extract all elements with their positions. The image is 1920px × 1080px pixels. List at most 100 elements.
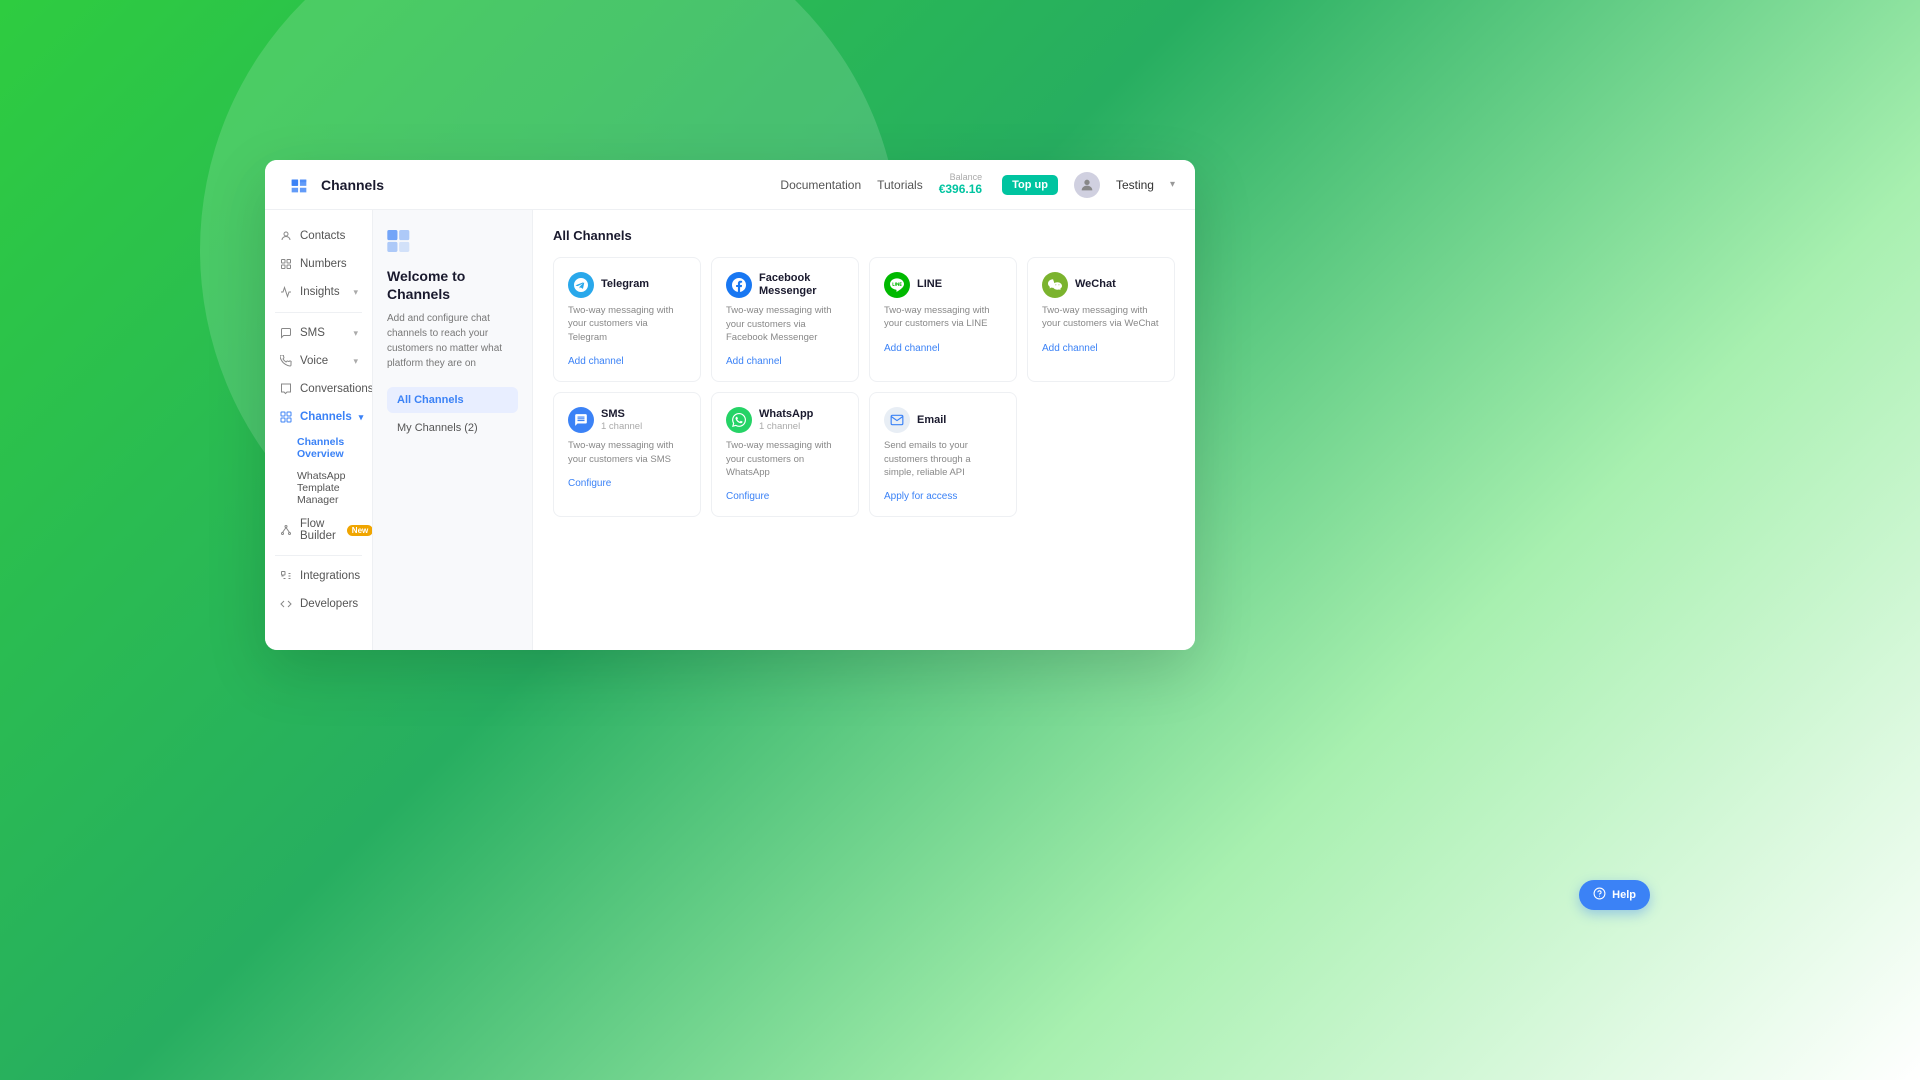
facebook-icon — [726, 272, 752, 298]
channel-card-sms: SMS 1 channel Two-way messaging with you… — [553, 392, 701, 517]
whatsapp-icon — [726, 407, 752, 433]
channel-header-wechat: WeChat — [1042, 272, 1160, 298]
line-icon — [884, 272, 910, 298]
panel-nav-my-channels[interactable]: My Channels (2) — [387, 415, 518, 441]
new-badge: New — [347, 525, 373, 536]
grid-icon — [279, 257, 293, 271]
balance-section: Balance €396.16 — [939, 173, 982, 196]
topup-button[interactable]: Top up — [1002, 175, 1058, 195]
help-circle-icon — [1593, 887, 1606, 903]
channel-count-whatsapp: 1 channel — [759, 421, 813, 432]
chevron-icon-sms: ▾ — [353, 328, 358, 339]
sidebar-divider-2 — [275, 555, 362, 556]
channels-section-title: All Channels — [553, 228, 1175, 243]
channel-desc-line: Two-way messaging with your customers vi… — [884, 304, 1002, 331]
add-channel-wechat[interactable]: Add channel — [1042, 343, 1160, 354]
person-icon — [279, 229, 293, 243]
chevron-down-icon[interactable]: ▾ — [1170, 179, 1175, 190]
email-icon — [884, 407, 910, 433]
user-name: Testing — [1116, 178, 1154, 192]
panel-title: Welcome to Channels — [387, 267, 518, 303]
chevron-icon-channels: ▾ — [359, 412, 364, 423]
sidebar-label-conversations: Conversations — [300, 383, 373, 395]
chevron-icon-insights: ▾ — [353, 287, 358, 298]
page-title: Channels — [321, 177, 384, 193]
configure-channel-whatsapp[interactable]: Configure — [726, 491, 844, 502]
sidebar-label-numbers: Numbers — [300, 258, 347, 270]
sidebar-label-contacts: Contacts — [300, 230, 345, 242]
sidebar-label-insights: Insights — [300, 286, 340, 298]
sidebar-label-sms: SMS — [300, 327, 325, 339]
channel-name-sms: SMS — [601, 408, 642, 421]
channel-name-line: LINE — [917, 278, 942, 291]
channels-grid: Telegram Two-way messaging with your cus… — [553, 257, 1175, 517]
channel-name-facebook: Facebook Messenger — [759, 272, 844, 298]
avatar — [1074, 172, 1100, 198]
app-logo — [285, 171, 313, 199]
code-icon — [279, 597, 293, 611]
app-window: Channels Documentation Tutorials Balance… — [265, 160, 1195, 650]
channel-header-telegram: Telegram — [568, 272, 686, 298]
phone-icon — [279, 354, 293, 368]
wechat-icon — [1042, 272, 1068, 298]
configure-channel-sms[interactable]: Configure — [568, 478, 686, 489]
tutorials-link[interactable]: Tutorials — [877, 178, 923, 192]
sidebar: Contacts Numbers Insights ▾ — [265, 210, 373, 650]
balance-label: Balance — [950, 173, 983, 182]
channel-header-whatsapp: WhatsApp 1 channel — [726, 407, 844, 433]
chevron-icon-voice: ▾ — [353, 356, 358, 367]
sidebar-label-channels: Channels — [300, 411, 352, 423]
channel-name-wechat: WeChat — [1075, 278, 1116, 291]
left-panel: Welcome to Channels Add and configure ch… — [373, 210, 533, 650]
channel-desc-whatsapp: Two-way messaging with your customers on… — [726, 439, 844, 479]
panel-nav-all-channels[interactable]: All Channels — [387, 387, 518, 413]
sidebar-item-numbers[interactable]: Numbers — [265, 250, 372, 278]
sidebar-item-conversations[interactable]: Conversations — [265, 375, 372, 403]
sidebar-item-flow-builder[interactable]: Flow Builder New — [265, 511, 372, 549]
channels-icon — [279, 410, 293, 424]
add-channel-facebook[interactable]: Add channel — [726, 356, 844, 367]
channel-name-whatsapp: WhatsApp — [759, 408, 813, 421]
add-channel-line[interactable]: Add channel — [884, 343, 1002, 354]
sidebar-divider-1 — [275, 312, 362, 313]
apply-channel-email[interactable]: Apply for access — [884, 491, 1002, 502]
channel-name-telegram: Telegram — [601, 278, 649, 291]
channel-desc-wechat: Two-way messaging with your customers vi… — [1042, 304, 1160, 331]
sidebar-label-developers: Developers — [300, 598, 358, 610]
documentation-link[interactable]: Documentation — [780, 178, 861, 192]
channel-desc-sms: Two-way messaging with your customers vi… — [568, 439, 686, 466]
top-nav: Channels Documentation Tutorials Balance… — [265, 160, 1195, 210]
channel-desc-email: Send emails to your customers through a … — [884, 439, 1002, 479]
channel-header-sms: SMS 1 channel — [568, 407, 686, 433]
sidebar-item-sms[interactable]: SMS ▾ — [265, 319, 372, 347]
channel-header-facebook: Facebook Messenger — [726, 272, 844, 298]
sidebar-item-insights[interactable]: Insights ▾ — [265, 278, 372, 306]
message-icon — [279, 326, 293, 340]
channel-card-email: Email Send emails to your customers thro… — [869, 392, 1017, 517]
channel-card-facebook: Facebook Messenger Two-way messaging wit… — [711, 257, 859, 382]
help-button-label: Help — [1612, 889, 1636, 901]
sidebar-label-flow-builder: Flow Builder — [300, 518, 336, 542]
channel-name-email: Email — [917, 414, 946, 427]
channel-header-line: LINE — [884, 272, 1002, 298]
help-button[interactable]: Help — [1579, 880, 1650, 910]
sidebar-item-voice[interactable]: Voice ▾ — [265, 347, 372, 375]
channels-area: All Channels Telegram Two-way messaging … — [533, 210, 1195, 650]
sidebar-label-voice: Voice — [300, 355, 328, 367]
telegram-icon — [568, 272, 594, 298]
top-nav-left: Channels — [285, 171, 384, 199]
add-channel-telegram[interactable]: Add channel — [568, 356, 686, 367]
sidebar-sub-channels-overview[interactable]: Channels Overview — [265, 431, 372, 465]
channel-desc-telegram: Two-way messaging with your customers vi… — [568, 304, 686, 344]
channel-desc-facebook: Two-way messaging with your customers vi… — [726, 304, 844, 344]
sidebar-item-developers[interactable]: Developers — [265, 590, 372, 618]
sidebar-item-contacts[interactable]: Contacts — [265, 222, 372, 250]
sidebar-sub-whatsapp-template[interactable]: WhatsApp Template Manager — [265, 465, 372, 511]
integration-icon — [279, 569, 293, 583]
main-content: Contacts Numbers Insights ▾ — [265, 210, 1195, 650]
channel-card-line: LINE Two-way messaging with your custome… — [869, 257, 1017, 382]
sidebar-item-channels[interactable]: Channels ▾ — [265, 403, 372, 431]
channel-card-telegram: Telegram Two-way messaging with your cus… — [553, 257, 701, 382]
sidebar-item-integrations[interactable]: Integrations — [265, 562, 372, 590]
channel-card-whatsapp: WhatsApp 1 channel Two-way messaging wit… — [711, 392, 859, 517]
